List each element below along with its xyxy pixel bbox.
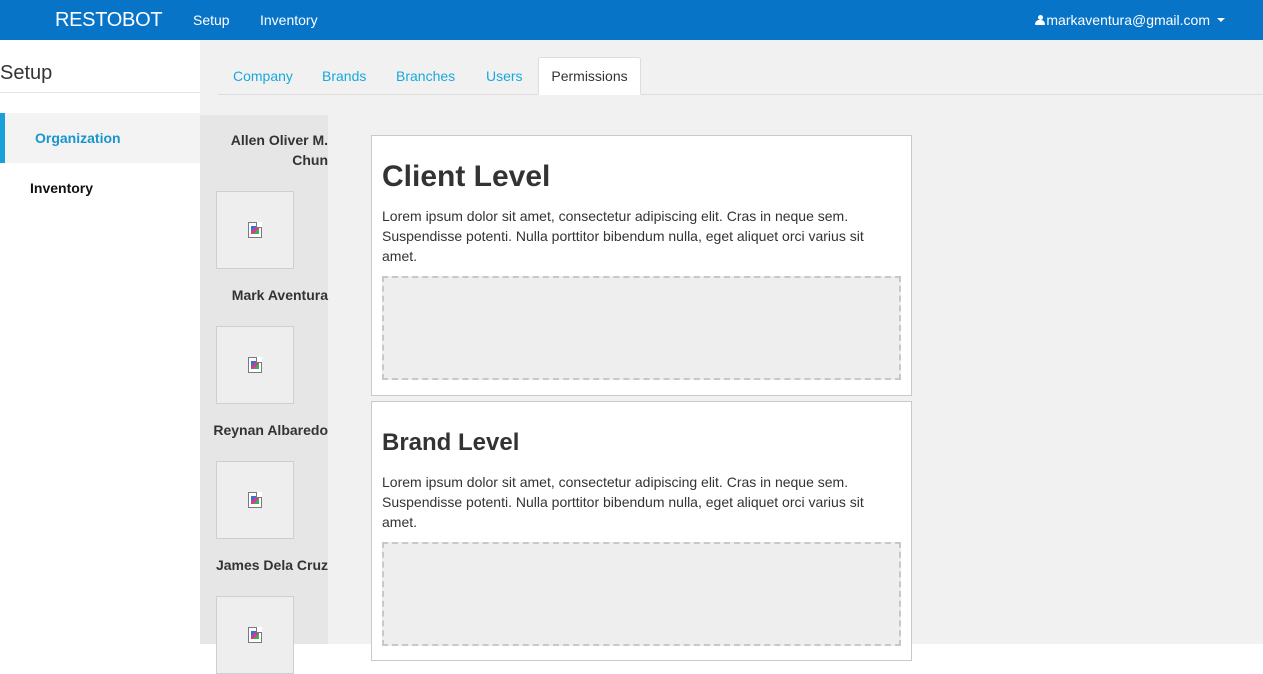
user-name: Mark Aventura — [231, 287, 328, 303]
broken-image-icon — [248, 492, 262, 508]
user-avatar-draggable[interactable] — [216, 191, 294, 269]
user-name: Reynan Albaredo — [213, 422, 328, 438]
user-email: markaventura@gmail.com — [1046, 12, 1210, 28]
panel-title: Brand Level — [382, 429, 520, 456]
user-name: Allen Oliver M. Chun — [230, 132, 328, 168]
user-menu-dropdown[interactable]: markaventura@gmail.com — [1035, 12, 1225, 28]
tab-brands[interactable]: Brands — [322, 68, 366, 84]
panel-title: Client Level — [382, 160, 551, 193]
top-navbar: RESTOBOT Setup Inventory markaventura@gm… — [0, 0, 1263, 40]
tab-branches[interactable]: Branches — [396, 68, 455, 84]
client-level-panel: Client Level Lorem ipsum dolor sit amet,… — [371, 135, 912, 396]
sidebar-title: Setup — [0, 62, 53, 84]
nav-link-setup[interactable]: Setup — [193, 12, 230, 28]
broken-image-icon — [248, 222, 262, 238]
broken-image-icon — [248, 357, 262, 373]
broken-image-icon — [248, 627, 262, 643]
user-avatar-draggable[interactable] — [216, 326, 294, 404]
tab-permissions[interactable]: Permissions — [538, 57, 641, 95]
user-name: James Dela Cruz — [215, 557, 328, 573]
tab-company[interactable]: Company — [233, 68, 293, 84]
sidebar-item-inventory[interactable]: Inventory — [0, 163, 200, 213]
tab-users[interactable]: Users — [486, 68, 523, 84]
caret-down-icon — [1217, 18, 1225, 22]
nav-link-inventory[interactable]: Inventory — [260, 12, 318, 28]
client-level-dropzone[interactable] — [382, 276, 901, 380]
panel-description: Lorem ipsum dolor sit amet, consectetur … — [382, 474, 864, 530]
brand-level-panel: Brand Level Lorem ipsum dolor sit amet, … — [371, 401, 912, 661]
brand-level-dropzone[interactable] — [382, 542, 901, 646]
brand-logo[interactable]: RESTOBOT — [55, 9, 163, 31]
user-avatar-draggable[interactable] — [216, 461, 294, 539]
user-icon — [1035, 14, 1046, 26]
user-avatar-draggable[interactable] — [216, 596, 294, 674]
sidebar-item-organization[interactable]: Organization — [0, 113, 200, 163]
sidebar-divider — [0, 92, 200, 93]
panel-description: Lorem ipsum dolor sit amet, consectetur … — [382, 208, 864, 264]
